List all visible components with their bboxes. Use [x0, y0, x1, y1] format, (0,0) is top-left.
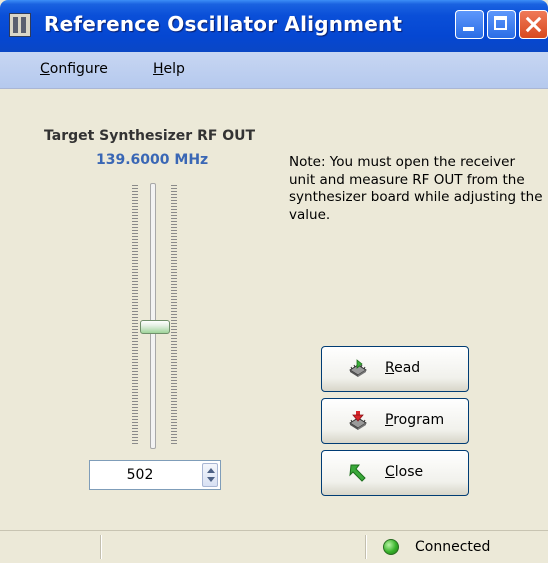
note-text: Note: You must open the receiver unit an… — [289, 154, 543, 223]
frequency-value: 139.6000 MHz — [96, 152, 209, 168]
close-arrow-icon — [349, 464, 366, 482]
menu-configure-label: onfigure — [49, 61, 108, 77]
menu-help-label: elp — [163, 61, 185, 77]
slider-ticks-right — [171, 185, 177, 445]
connection-indicator-icon — [383, 539, 399, 555]
reference-oscillator-window: Reference Oscillator Alignment Configure… — [0, 0, 548, 563]
value-spinbox[interactable]: 502 — [89, 460, 221, 490]
menu-configure[interactable]: Configure — [40, 61, 108, 77]
close-icon[interactable] — [519, 10, 548, 39]
read-button-label: Read — [385, 360, 420, 376]
spin-down-icon[interactable] — [207, 477, 215, 482]
read-chip-icon — [349, 359, 367, 377]
window-title: Reference Oscillator Alignment — [44, 12, 403, 36]
menu-configure-accel: C — [40, 61, 50, 77]
program-button-label: Program — [385, 412, 444, 428]
status-separator — [365, 535, 366, 559]
status-separator — [100, 535, 101, 559]
menu-help-accel: H — [153, 61, 164, 77]
maximize-icon[interactable] — [487, 10, 516, 39]
slider-ticks-left — [132, 185, 138, 445]
close-accel: C — [385, 464, 395, 480]
menu-help[interactable]: Help — [153, 61, 185, 77]
read-accel: R — [385, 360, 395, 376]
frequency-slider-track[interactable] — [150, 183, 156, 449]
program-accel: P — [385, 412, 394, 428]
program-button[interactable]: Program — [321, 398, 469, 444]
program-chip-icon — [349, 411, 367, 430]
spin-value[interactable]: 502 — [90, 467, 190, 483]
app-icon[interactable] — [9, 13, 31, 37]
target-synth-label: Target Synthesizer RF OUT — [44, 128, 256, 144]
spin-buttons[interactable] — [202, 463, 218, 487]
read-button[interactable]: Read — [321, 346, 469, 392]
close-button-label: Close — [385, 464, 423, 480]
status-bar: Connected — [0, 530, 548, 563]
minimize-icon[interactable] — [455, 10, 484, 39]
menu-bar: Configure Help — [0, 52, 548, 89]
close-button[interactable]: Close — [321, 450, 469, 496]
frequency-slider-thumb[interactable] — [140, 320, 170, 334]
read-rest: ead — [394, 360, 421, 376]
spin-up-icon[interactable] — [207, 468, 215, 473]
close-rest: lose — [394, 464, 424, 480]
title-bar[interactable]: Reference Oscillator Alignment — [0, 0, 548, 52]
program-rest: rogram — [393, 412, 445, 428]
connection-status: Connected — [415, 539, 491, 555]
